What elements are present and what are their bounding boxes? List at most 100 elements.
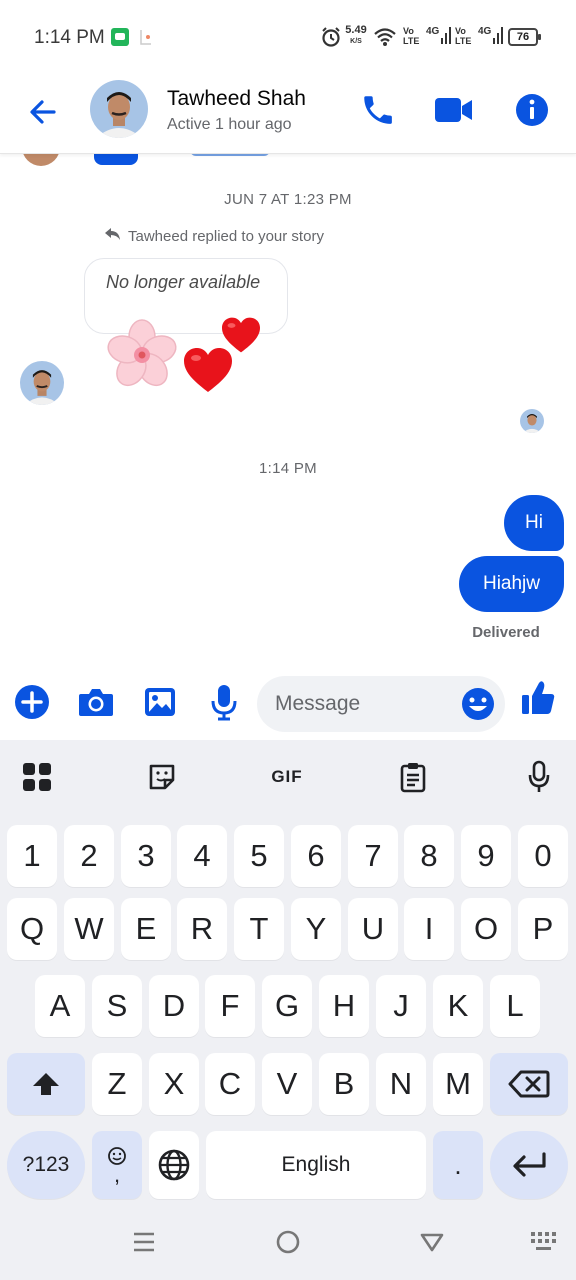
back-arrow-icon[interactable] [24, 92, 64, 132]
gallery-icon[interactable] [138, 680, 182, 724]
sent-message[interactable]: Hi [504, 495, 564, 551]
key-d[interactable]: D [149, 975, 199, 1037]
info-icon[interactable] [512, 90, 552, 130]
emoji-comma-key[interactable]: , [92, 1131, 142, 1199]
message-notification-icon [111, 28, 129, 46]
reply-arrow-icon [104, 227, 122, 245]
key-1[interactable]: 1 [7, 825, 57, 887]
story-reply-note: Tawheed replied to your story [104, 227, 324, 245]
key-2[interactable]: 2 [64, 825, 114, 887]
avatar[interactable] [20, 361, 64, 405]
sticker-icon[interactable] [142, 757, 182, 797]
contact-status: Active 1 hour ago [167, 116, 292, 133]
battery-icon: 76 [508, 28, 541, 46]
shift-key[interactable] [7, 1053, 85, 1115]
video-camera-icon[interactable] [432, 90, 476, 130]
key-5[interactable]: 5 [234, 825, 284, 887]
key-j[interactable]: J [376, 975, 426, 1037]
key-v[interactable]: V [262, 1053, 312, 1115]
date-divider: JUN 7 AT 1:23 PM [224, 191, 352, 208]
backspace-key[interactable] [490, 1053, 568, 1115]
key-q[interactable]: Q [7, 898, 57, 960]
key-0[interactable]: 0 [518, 825, 568, 887]
key-6[interactable]: 6 [291, 825, 341, 887]
key-m[interactable]: M [433, 1053, 483, 1115]
key-o[interactable]: O [461, 898, 511, 960]
net-speed: 5.49 K/S [344, 25, 368, 47]
key-s[interactable]: S [92, 975, 142, 1037]
thumbs-up-icon[interactable] [516, 676, 560, 720]
space-key[interactable]: English [206, 1131, 426, 1199]
globe-icon [158, 1149, 190, 1181]
contact-name[interactable]: Tawheed Shah [167, 87, 306, 111]
period-key[interactable]: . [433, 1131, 483, 1199]
sim1-gen: 4G [426, 26, 440, 37]
key-r[interactable]: R [177, 898, 227, 960]
avatar[interactable] [90, 80, 148, 138]
key-z[interactable]: Z [92, 1053, 142, 1115]
key-i[interactable]: I [404, 898, 454, 960]
sim1-volte: Vo LTE [403, 26, 419, 46]
seen-avatar [520, 409, 544, 433]
navigation-bar [0, 1208, 576, 1280]
enter-icon [513, 1152, 546, 1177]
key-k[interactable]: K [433, 975, 483, 1037]
gif-button[interactable]: GIF [262, 757, 312, 797]
wifi-icon [373, 27, 397, 47]
key-9[interactable]: 9 [461, 825, 511, 887]
key-e[interactable]: E [121, 898, 171, 960]
key-4[interactable]: 4 [177, 825, 227, 887]
key-x[interactable]: X [149, 1053, 199, 1115]
story-unavailable-text: No longer available [106, 272, 261, 292]
heart-icon [220, 316, 262, 354]
key-t[interactable]: T [234, 898, 284, 960]
status-bar: 1:14 PM 5.49 K/S Vo LTE 4G Vo LTE 4G 76 [0, 0, 576, 76]
key-n[interactable]: N [376, 1053, 426, 1115]
key-b[interactable]: B [319, 1053, 369, 1115]
net-speed-unit: K/S [350, 38, 362, 45]
backspace-icon [508, 1070, 550, 1098]
apps-grid-icon[interactable] [17, 757, 57, 797]
emoji-icon[interactable] [458, 684, 498, 724]
key-c[interactable]: C [205, 1053, 255, 1115]
key-f[interactable]: F [205, 975, 255, 1037]
voice-input-icon[interactable] [519, 757, 559, 797]
key-7[interactable]: 7 [348, 825, 398, 887]
language-key[interactable] [149, 1131, 199, 1199]
net-speed-value: 5.49 [345, 24, 367, 36]
message-placeholder: Message [275, 692, 361, 715]
key-3[interactable]: 3 [121, 825, 171, 887]
microphone-icon[interactable] [202, 680, 246, 724]
plus-icon[interactable] [10, 680, 54, 724]
key-y[interactable]: Y [291, 898, 341, 960]
cherry-blossom-icon [104, 318, 180, 390]
shift-icon [33, 1073, 59, 1095]
conversation-header: Tawheed Shah Active 1 hour ago [0, 76, 576, 154]
sim2-volte-bottom: LTE [455, 36, 472, 46]
message-text: Hiahjw [482, 573, 541, 594]
key-g[interactable]: G [262, 975, 312, 1037]
symbols-key[interactable]: ?123 [7, 1131, 85, 1199]
sim1-volte-bottom: LTE [403, 36, 420, 46]
key-p[interactable]: P [518, 898, 568, 960]
key-8[interactable]: 8 [404, 825, 454, 887]
back-triangle-icon[interactable] [418, 1228, 446, 1256]
notification-icon [138, 28, 154, 46]
key-w[interactable]: W [64, 898, 114, 960]
time-divider: 1:14 PM [259, 460, 317, 477]
sent-message[interactable]: Hiahjw [459, 556, 564, 612]
status-time: 1:14 PM [34, 27, 105, 48]
menu-icon[interactable] [130, 1228, 158, 1256]
key-a[interactable]: A [35, 975, 85, 1037]
delivery-status: Delivered [472, 624, 540, 641]
camera-icon[interactable] [74, 680, 118, 724]
key-h[interactable]: H [319, 975, 369, 1037]
keyboard-hide-icon[interactable] [530, 1230, 558, 1254]
home-icon[interactable] [274, 1228, 302, 1256]
clipboard-icon[interactable] [393, 757, 433, 797]
key-l[interactable]: L [490, 975, 540, 1037]
key-u[interactable]: U [348, 898, 398, 960]
enter-key[interactable] [490, 1131, 568, 1199]
story-reply-text: Tawheed replied to your story [128, 227, 324, 245]
phone-icon[interactable] [358, 90, 398, 130]
